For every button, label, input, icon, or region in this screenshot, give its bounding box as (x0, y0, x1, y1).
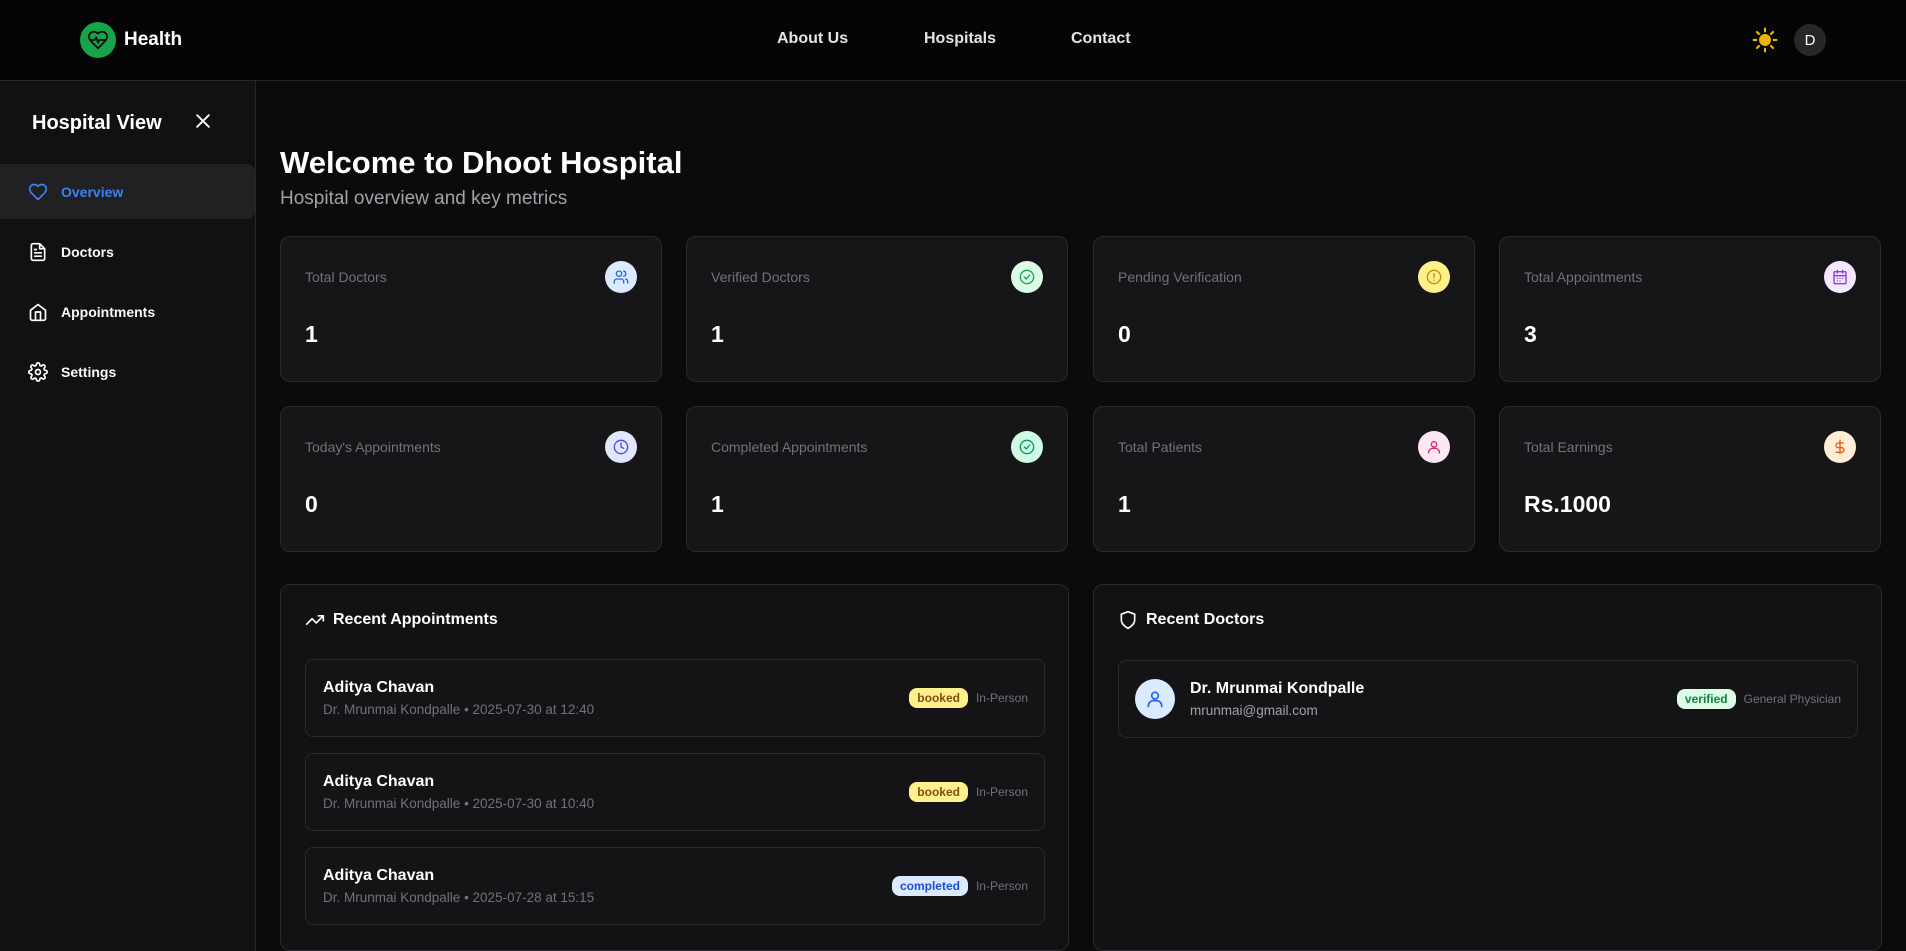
stat-value: 1 (305, 321, 318, 347)
panel-title-text: Recent Doctors (1146, 611, 1265, 628)
panel-title: Recent Appointments (305, 610, 498, 630)
sidebar: Hospital View Overview Doctors Appointme… (0, 81, 256, 951)
stat-value: 1 (711, 491, 724, 517)
sidebar-item-overview[interactable]: Overview (0, 164, 255, 219)
stat-card-total-appointments: Total Appointments 3 (1499, 236, 1881, 382)
appointment-mode: In-Person (975, 879, 1028, 893)
doctor-name: Dr. Mrunmai Kondpalle (1190, 680, 1365, 697)
appointment-detail: Dr. Mrunmai Kondpalle • 2025-07-30 at 12… (323, 702, 595, 717)
page-subtitle: Hospital overview and key metrics (280, 188, 568, 209)
main-nav: About Us Hospitals Contact (0, 0, 1906, 81)
stat-label: Total Earnings (1524, 439, 1613, 455)
panel-title: Recent Doctors (1118, 610, 1264, 630)
patient-name: Aditya Chavan (323, 773, 435, 790)
appointment-mode: In-Person (975, 785, 1028, 799)
appointment-row[interactable]: Aditya Chavan Dr. Mrunmai Kondpalle • 20… (305, 753, 1045, 831)
stat-card-completed-appointments: Completed Appointments 1 (686, 406, 1068, 552)
brand-name: Health (124, 29, 183, 50)
user-icon (1135, 679, 1175, 719)
stat-label: Total Appointments (1524, 269, 1643, 285)
stat-value: 1 (711, 321, 724, 347)
sidebar-item-doctors[interactable]: Doctors (0, 224, 255, 279)
stat-label: Verified Doctors (711, 269, 810, 285)
doctor-email: mrunmai@gmail.com (1190, 703, 1318, 718)
status-badge: booked (909, 688, 968, 708)
shield-icon (1120, 610, 1136, 630)
nav-hospitals[interactable]: Hospitals (924, 30, 996, 48)
heart-pulse-icon (80, 22, 116, 58)
user-avatar[interactable]: D (1794, 24, 1826, 56)
close-icon[interactable] (190, 108, 216, 134)
stat-label: Pending Verification (1118, 269, 1242, 285)
calendar-icon (1824, 261, 1856, 293)
sidebar-item-label: Overview (61, 183, 124, 200)
dollar-icon (1824, 431, 1856, 463)
alert-circle-icon (1418, 261, 1450, 293)
stat-label: Total Doctors (305, 269, 387, 285)
sidebar-item-settings[interactable]: Settings (0, 344, 255, 399)
trending-up-icon (305, 615, 325, 625)
home-icon (29, 303, 47, 321)
status-badge: booked (909, 782, 968, 802)
stat-card-total-earnings: Total Earnings Rs.1000 (1499, 406, 1881, 552)
appointment-row[interactable]: Aditya Chavan Dr. Mrunmai Kondpalle • 20… (305, 847, 1045, 925)
stat-card-verified-doctors: Verified Doctors 1 (686, 236, 1068, 382)
check-circle-icon (1011, 261, 1043, 293)
top-navbar: Health About Us Hospitals Contact D (0, 0, 1906, 81)
nav-about-us[interactable]: About Us (777, 30, 848, 48)
gear-icon (28, 361, 48, 382)
stat-value: 0 (305, 491, 318, 517)
stat-card-pending-verification: Pending Verification 0 (1093, 236, 1475, 382)
nav-contact[interactable]: Contact (1071, 30, 1131, 48)
stat-card-total-patients: Total Patients 1 (1093, 406, 1475, 552)
sun-icon[interactable] (1751, 26, 1779, 54)
stat-value: Rs.1000 (1524, 491, 1611, 517)
stat-card-total-doctors: Total Doctors 1 (280, 236, 662, 382)
recent-appointments-panel: Recent Appointments Aditya Chavan Dr. Mr… (280, 584, 1069, 951)
clock-icon (605, 431, 637, 463)
document-icon (30, 242, 46, 261)
sidebar-item-label: Doctors (61, 243, 114, 260)
doctor-specialty: General Physician (1743, 692, 1841, 706)
appointment-row[interactable]: Aditya Chavan Dr. Mrunmai Kondpalle • 20… (305, 659, 1045, 737)
heart-icon (28, 183, 48, 200)
check-circle-icon (1011, 431, 1043, 463)
appointment-detail: Dr. Mrunmai Kondpalle • 2025-07-30 at 10… (323, 796, 595, 811)
stat-card-todays-appointments: Today's Appointments 0 (280, 406, 662, 552)
status-badge: completed (891, 876, 968, 896)
stat-value: 0 (1118, 321, 1131, 347)
appointment-mode: In-Person (975, 691, 1028, 705)
doctor-row[interactable]: Dr. Mrunmai Kondpalle mrunmai@gmail.com … (1118, 660, 1858, 738)
sidebar-item-label: Settings (61, 363, 117, 380)
user-icon (1418, 431, 1450, 463)
sidebar-title: Hospital View (32, 112, 162, 134)
stat-label: Total Patients (1118, 439, 1203, 455)
stat-label: Today's Appointments (305, 439, 441, 455)
patient-name: Aditya Chavan (323, 867, 435, 884)
page-title: Welcome to Dhoot Hospital (280, 145, 683, 180)
sidebar-item-label: Appointments (61, 303, 156, 320)
status-badge: verified (1676, 689, 1736, 709)
stat-label: Completed Appointments (711, 439, 868, 455)
users-icon (605, 261, 637, 293)
recent-doctors-panel: Recent Doctors Dr. Mrunmai Kondpalle mru… (1093, 584, 1882, 951)
stat-value: 3 (1524, 321, 1537, 347)
appointment-detail: Dr. Mrunmai Kondpalle • 2025-07-28 at 15… (323, 890, 595, 905)
brand[interactable]: Health (80, 22, 182, 58)
patient-name: Aditya Chavan (323, 679, 435, 696)
sidebar-item-appointments[interactable]: Appointments (0, 284, 255, 339)
panel-title-text: Recent Appointments (333, 611, 498, 628)
stat-value: 1 (1118, 491, 1131, 517)
